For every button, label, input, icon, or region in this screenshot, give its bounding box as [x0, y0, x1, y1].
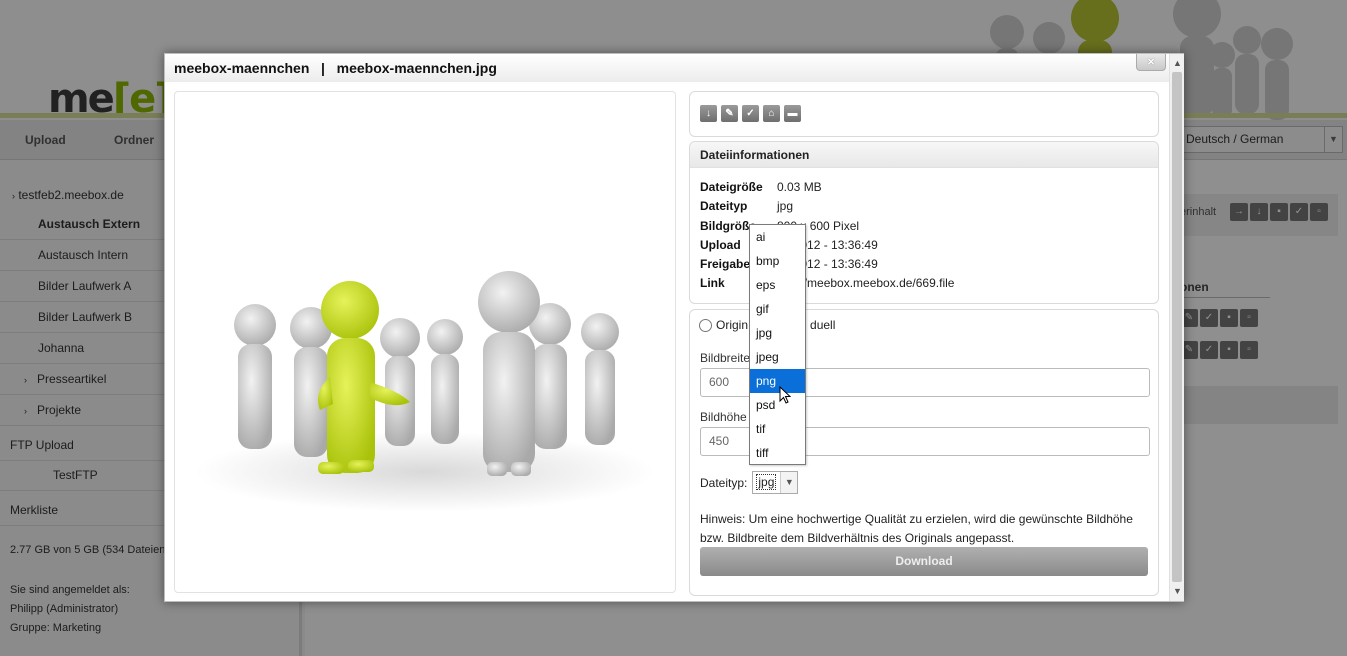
dropdown-option[interactable]: tif [750, 417, 805, 441]
info-label: Dateigröße [700, 180, 763, 194]
file-info-heading: Dateiinformationen [690, 142, 1158, 168]
filetype-select[interactable]: jpg ▼ [752, 471, 799, 494]
title-separator: | [321, 60, 325, 76]
edit-icon[interactable]: ✎ [721, 105, 738, 122]
download-button[interactable]: Download [700, 547, 1148, 576]
radio-original-label: Origin [716, 318, 749, 332]
download-icon[interactable]: ↓ [700, 105, 717, 122]
file-detail-modal: meebox-maennchen | meebox-maennchen.jpg … [164, 53, 1184, 602]
file-actions-toolbar: ↓ ✎ ✓ ⌂ ▬ [689, 91, 1159, 137]
unlock-icon[interactable]: ⌂ [763, 105, 780, 122]
width-label: Bildbreite [700, 351, 751, 365]
info-row-link: Link http://meebox.meebox.de/669.file [700, 274, 954, 293]
trash-icon[interactable]: ▬ [784, 105, 801, 122]
dropdown-option[interactable]: ai [750, 225, 805, 249]
chevron-down-icon: ▼ [780, 472, 798, 493]
dropdown-option[interactable]: psd [750, 393, 805, 417]
info-row-size: Dateigröße 0.03 MB [700, 178, 822, 197]
modal-scrollbar[interactable]: ▲ ▼ [1169, 54, 1184, 601]
preview-image [195, 271, 655, 512]
quality-hint: Hinweis: Um eine hochwertige Qualität zu… [700, 512, 1133, 545]
dropdown-option[interactable]: eps [750, 273, 805, 297]
dropdown-option[interactable]: gif [750, 297, 805, 321]
info-label: Dateityp [700, 199, 748, 213]
title-folder: meebox-maennchen [174, 60, 310, 76]
info-value: 0.03 MB [777, 180, 822, 194]
filetype-row: Dateityp: jpg ▼ [700, 471, 799, 494]
filetype-label: Dateityp: [700, 475, 748, 490]
dropdown-option[interactable]: tiff [750, 441, 805, 465]
dropdown-option[interactable]: bmp [750, 249, 805, 273]
dropdown-option[interactable]: jpg [750, 321, 805, 345]
info-row-type: Dateityp jpg [700, 197, 793, 216]
check-icon[interactable]: ✓ [742, 105, 759, 122]
scroll-up-icon[interactable]: ▲ [1172, 57, 1183, 69]
scroll-thumb[interactable] [1172, 72, 1182, 582]
modal-title: meebox-maennchen | meebox-maennchen.jpg [165, 54, 1169, 82]
filetype-dropdown-list: ai bmp eps gif jpg jpeg png psd tif tiff [749, 224, 806, 465]
close-button[interactable]: × [1136, 54, 1166, 71]
dropdown-option[interactable]: jpeg [750, 345, 805, 369]
mouse-cursor-icon [779, 386, 791, 404]
filetype-value: jpg [756, 474, 777, 490]
info-value: jpg [777, 199, 794, 213]
dropdown-option-highlighted[interactable]: png [750, 369, 805, 393]
close-icon: × [1147, 54, 1155, 69]
height-label: Bildhöhe [700, 410, 747, 424]
radio-custom-label[interactable]: duell [810, 318, 835, 332]
title-filename: meebox-maennchen.jpg [336, 60, 497, 76]
toolbar-icons: ↓ ✎ ✓ ⌂ ▬ [700, 105, 801, 122]
radio-original[interactable] [699, 318, 712, 332]
scroll-down-icon[interactable]: ▼ [1172, 585, 1183, 597]
image-preview [174, 91, 676, 593]
